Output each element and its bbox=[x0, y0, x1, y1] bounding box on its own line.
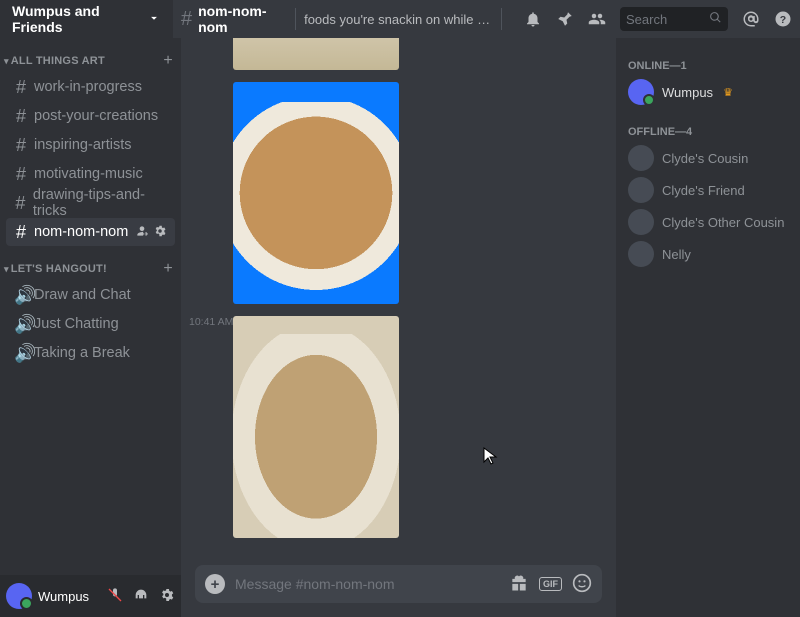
voice-just-chatting[interactable]: 🔊 Just Chatting bbox=[6, 310, 175, 338]
help-icon[interactable]: ? bbox=[774, 10, 792, 28]
channel-label: post-your-creations bbox=[34, 108, 158, 124]
channel-label: Taking a Break bbox=[34, 345, 130, 361]
gift-icon[interactable] bbox=[509, 573, 529, 596]
bell-icon[interactable] bbox=[524, 10, 542, 28]
member-avatar bbox=[628, 79, 654, 105]
member-item[interactable]: Clyde's Cousin bbox=[628, 142, 792, 174]
member-avatar bbox=[628, 209, 654, 235]
speaker-icon: 🔊 bbox=[14, 315, 28, 333]
mute-icon[interactable] bbox=[107, 587, 123, 606]
settings-icon[interactable] bbox=[159, 587, 175, 606]
hash-icon: # bbox=[14, 78, 28, 96]
member-item[interactable]: Wumpus ♛ bbox=[628, 76, 792, 108]
hash-icon: # bbox=[14, 194, 27, 212]
channel-label: motivating-music bbox=[34, 166, 143, 182]
search-input[interactable]: Search bbox=[620, 7, 728, 31]
members-icon[interactable] bbox=[588, 10, 606, 28]
add-channel-icon[interactable]: + bbox=[163, 52, 173, 70]
speaker-icon: 🔊 bbox=[14, 286, 28, 304]
add-channel-icon[interactable]: + bbox=[163, 260, 173, 278]
channel-work-in-progress[interactable]: # work-in-progress bbox=[6, 73, 175, 101]
member-name: Nelly bbox=[662, 247, 691, 262]
chat-area: 10:41 AM + GIF bbox=[181, 38, 616, 617]
hash-icon: # bbox=[181, 8, 192, 31]
channel-label: Draw and Chat bbox=[34, 287, 131, 303]
image-attachment[interactable] bbox=[233, 316, 399, 538]
speaker-icon: 🔊 bbox=[14, 344, 28, 362]
member-name: Wumpus bbox=[662, 85, 713, 100]
hash-icon: # bbox=[14, 136, 28, 154]
channel-label: nom-nom-nom bbox=[34, 224, 128, 240]
image-attachment[interactable] bbox=[233, 38, 399, 70]
channel-inspiring-artists[interactable]: # inspiring-artists bbox=[6, 131, 175, 159]
pin-icon[interactable] bbox=[556, 10, 574, 28]
divider bbox=[501, 8, 502, 30]
member-avatar bbox=[628, 241, 654, 267]
divider bbox=[295, 8, 296, 30]
hash-icon: # bbox=[14, 223, 28, 241]
message-timestamp: 10:41 AM bbox=[189, 316, 233, 328]
channel-motivating-music[interactable]: # motivating-music bbox=[6, 160, 175, 188]
member-avatar bbox=[628, 177, 654, 203]
voice-taking-a-break[interactable]: 🔊 Taking a Break bbox=[6, 339, 175, 367]
channel-name: nom-nom-nom bbox=[198, 3, 277, 35]
owner-crown-icon: ♛ bbox=[723, 86, 733, 99]
invite-icon[interactable] bbox=[135, 224, 149, 241]
members-group-online: ONLINE—1 bbox=[628, 60, 792, 72]
voice-draw-and-chat[interactable]: 🔊 Draw and Chat bbox=[6, 281, 175, 309]
user-panel: Wumpus bbox=[0, 575, 181, 617]
member-item[interactable]: Clyde's Friend bbox=[628, 174, 792, 206]
search-icon bbox=[709, 11, 722, 27]
gear-icon[interactable] bbox=[153, 224, 167, 241]
chevron-down-icon bbox=[147, 11, 161, 28]
message-input-container: + GIF bbox=[195, 565, 602, 603]
channel-label: Just Chatting bbox=[34, 316, 119, 332]
channel-drawing-tips-and-tricks[interactable]: # drawing-tips-and-tricks bbox=[6, 189, 175, 217]
gif-button[interactable]: GIF bbox=[539, 577, 562, 591]
channel-sidebar: ▾ ALL THINGS ART + # work-in-progress # po… bbox=[0, 38, 181, 617]
user-avatar[interactable] bbox=[6, 583, 32, 609]
member-avatar bbox=[628, 145, 654, 171]
member-item[interactable]: Clyde's Other Cousin bbox=[628, 206, 792, 238]
member-name: Clyde's Cousin bbox=[662, 151, 748, 166]
image-attachment[interactable] bbox=[233, 82, 399, 304]
attach-button[interactable]: + bbox=[205, 574, 225, 594]
chevron-down-icon: ▾ bbox=[4, 56, 9, 67]
hash-icon: # bbox=[14, 165, 28, 183]
server-name: Wumpus and Friends bbox=[12, 3, 147, 35]
category-header[interactable]: ▾ LET'S HANGOUT! + bbox=[0, 256, 181, 280]
members-panel: ONLINE—1 Wumpus ♛ OFFLINE—4 Clyde's Cous… bbox=[616, 38, 800, 617]
channel-label: drawing-tips-and-tricks bbox=[33, 187, 167, 219]
category-name: ALL THINGS ART bbox=[11, 55, 164, 67]
deafen-icon[interactable] bbox=[133, 587, 149, 606]
svg-text:?: ? bbox=[780, 14, 786, 26]
channel-header: # nom-nom-nom foods you're snackin on wh… bbox=[173, 0, 800, 38]
search-placeholder: Search bbox=[626, 12, 709, 27]
channel-label: work-in-progress bbox=[34, 79, 142, 95]
emoji-icon[interactable] bbox=[572, 573, 592, 596]
user-name: Wumpus bbox=[38, 589, 101, 604]
chevron-down-icon: ▾ bbox=[4, 264, 9, 275]
member-name: Clyde's Friend bbox=[662, 183, 745, 198]
category-name: LET'S HANGOUT! bbox=[11, 263, 164, 275]
channel-post-your-creations[interactable]: # post-your-creations bbox=[6, 102, 175, 130]
channel-nom-nom-nom[interactable]: # nom-nom-nom bbox=[6, 218, 175, 246]
hash-icon: # bbox=[14, 107, 28, 125]
category-header[interactable]: ▾ ALL THINGS ART + bbox=[0, 48, 181, 72]
member-item[interactable]: Nelly bbox=[628, 238, 792, 270]
message-input[interactable] bbox=[235, 576, 499, 592]
members-group-offline: OFFLINE—4 bbox=[628, 126, 792, 138]
channel-label: inspiring-artists bbox=[34, 137, 132, 153]
server-header[interactable]: Wumpus and Friends bbox=[0, 0, 173, 38]
mentions-icon[interactable] bbox=[742, 10, 760, 28]
channel-topic[interactable]: foods you're snackin on while making art bbox=[304, 12, 493, 27]
member-name: Clyde's Other Cousin bbox=[662, 215, 784, 230]
